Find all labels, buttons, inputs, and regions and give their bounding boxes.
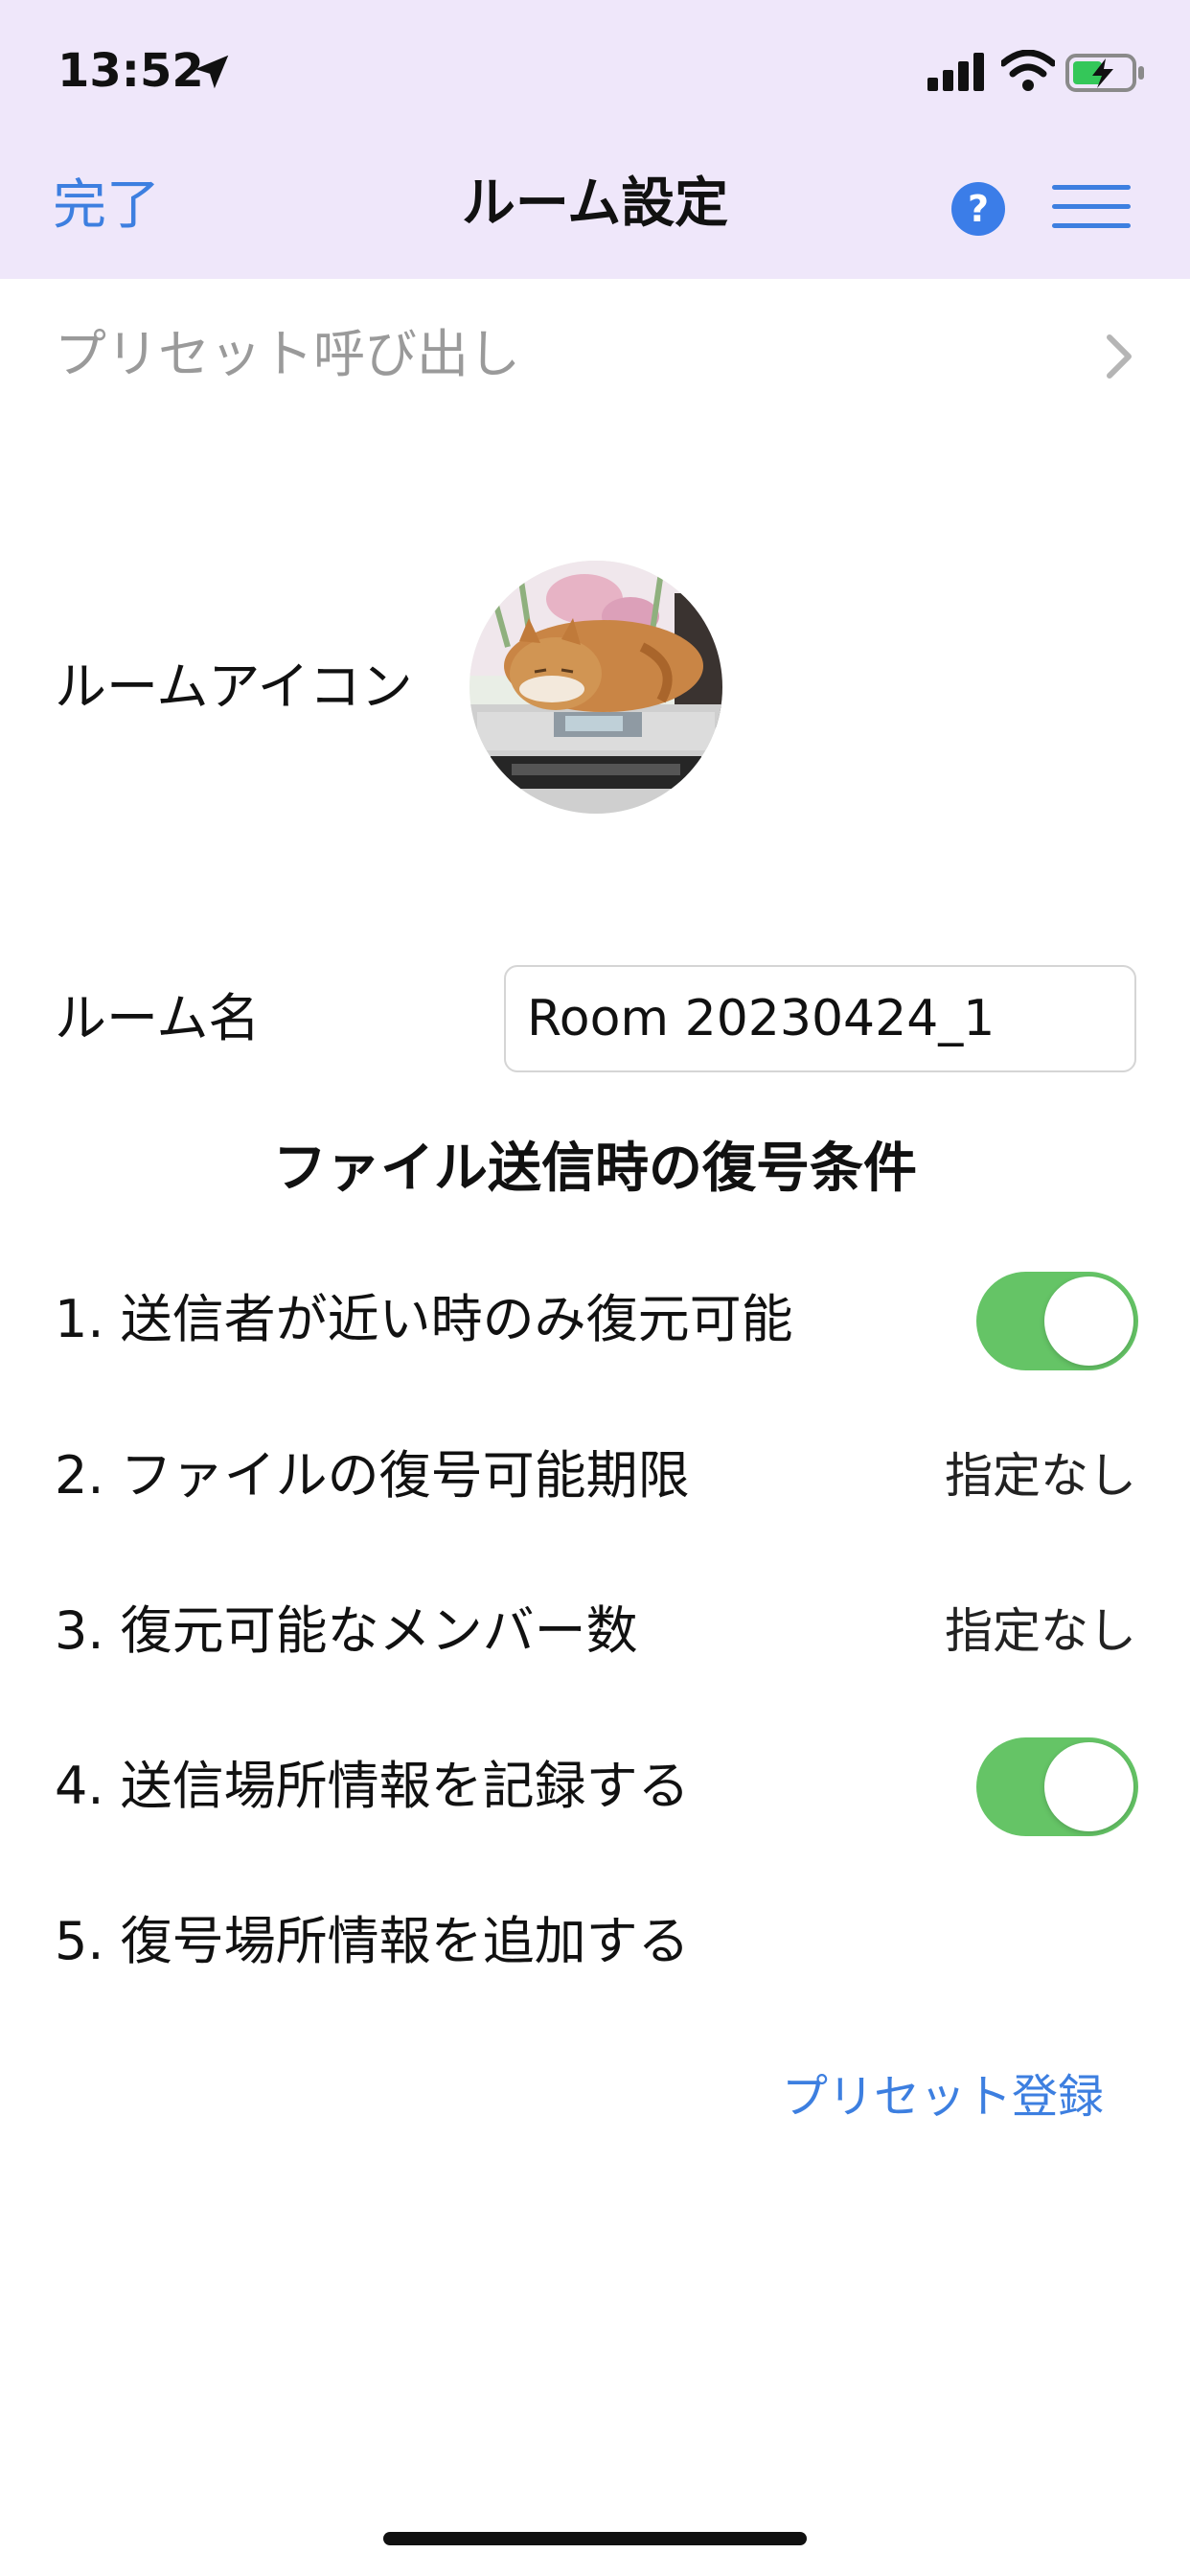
room-name-input[interactable]: [504, 965, 1136, 1072]
status-time: 13:52: [57, 44, 204, 98]
condition-3-value[interactable]: 指定なし: [862, 1598, 1136, 1665]
cellular-signal-icon: [927, 53, 984, 91]
help-button[interactable]: ?: [951, 182, 1005, 236]
condition-2-value[interactable]: 指定なし: [862, 1442, 1136, 1509]
location-arrow-icon: [195, 55, 229, 89]
battery-charging-icon: [1065, 54, 1144, 92]
done-button[interactable]: 完了: [53, 172, 160, 240]
question-icon: ?: [967, 188, 990, 230]
toggle-knob: [1044, 1276, 1133, 1366]
condition-2-label: 2. ファイルの復号可能期限: [55, 1445, 690, 1506]
home-indicator[interactable]: [383, 2532, 807, 2545]
condition-1-label: 1. 送信者が近い時のみ復元可能: [55, 1289, 793, 1349]
room-icon-avatar[interactable]: [469, 561, 722, 814]
chevron-right-icon: [1107, 334, 1132, 379]
decryption-conditions-title: ファイル送信時の復号条件: [273, 1138, 917, 1200]
preset-recall-row[interactable]: プリセット呼び出し: [0, 302, 1190, 407]
room-name-label: ルーム名: [55, 988, 261, 1048]
condition-1-toggle[interactable]: [976, 1272, 1138, 1370]
condition-4-toggle[interactable]: [976, 1737, 1138, 1836]
hamburger-menu-button[interactable]: [1052, 185, 1131, 231]
condition-3-label: 3. 復元可能なメンバー数: [55, 1600, 638, 1661]
condition-4-label: 4. 送信場所情報を記録する: [55, 1756, 690, 1816]
cat-photo-image: [469, 561, 722, 814]
room-settings-screen: 13:52 完了 ルーム設定 ? プリセット呼び出し ルームアイコン ルーム名 …: [0, 0, 1190, 2576]
preset-recall-label: プリセット呼び出し: [55, 324, 520, 384]
toggle-knob: [1044, 1742, 1133, 1831]
wifi-icon: [1001, 50, 1055, 91]
preset-register-button[interactable]: プリセット登録: [747, 2063, 1104, 2130]
condition-5-label[interactable]: 5. 復号場所情報を追加する: [55, 1908, 690, 1975]
room-icon-label: ルームアイコン: [55, 656, 413, 717]
hamburger-menu-icon: [1052, 185, 1131, 190]
